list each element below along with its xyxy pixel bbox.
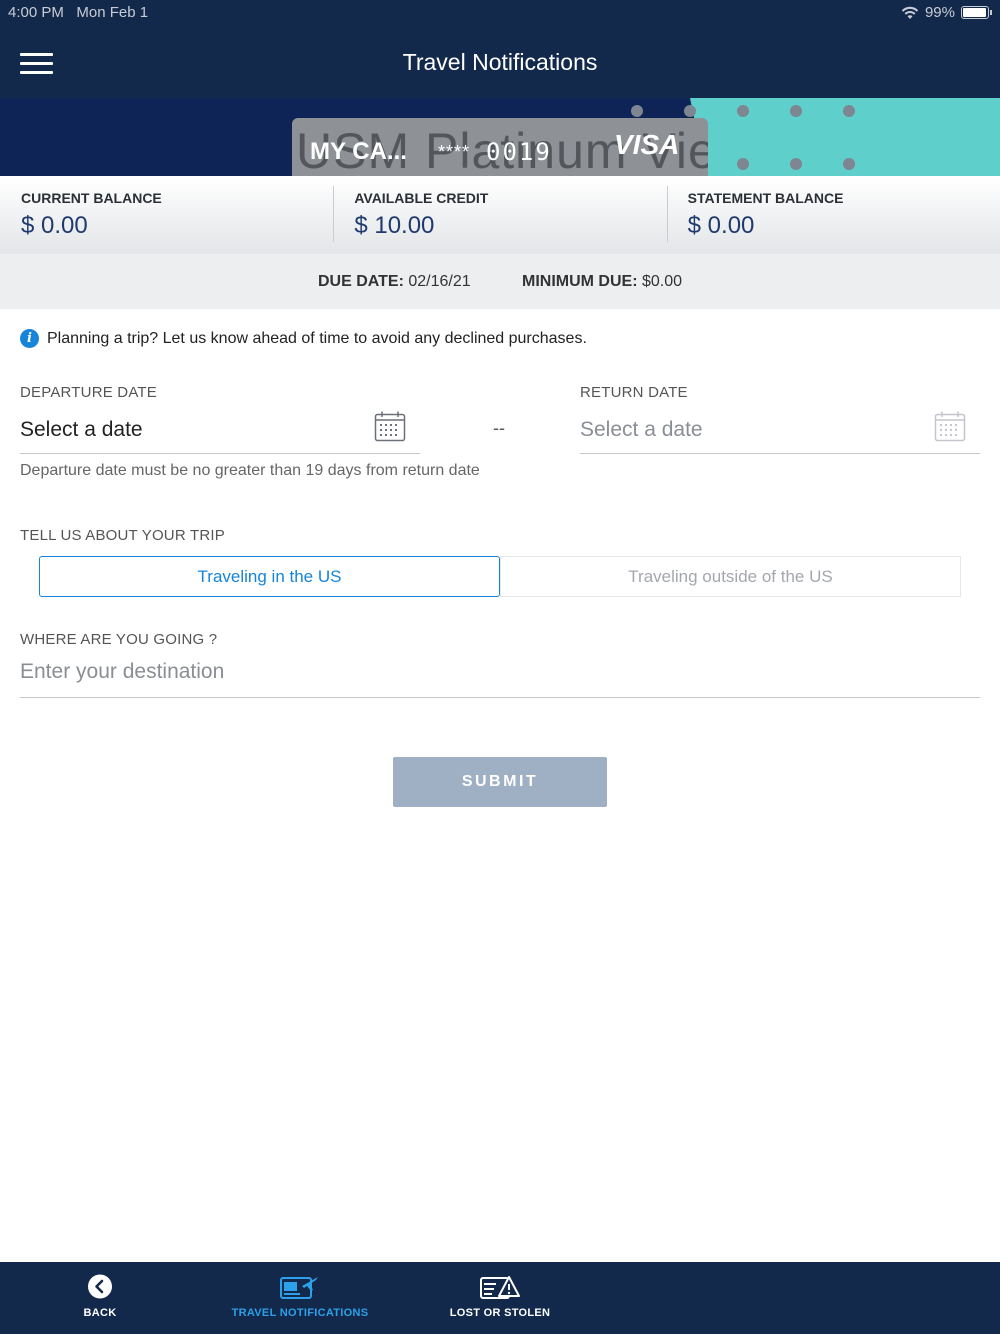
nav-back[interactable]: BACK: [0, 1262, 200, 1334]
banner-dot: [737, 158, 749, 170]
submit-button[interactable]: SUBMIT: [393, 757, 607, 807]
battery-percent: 99%: [924, 4, 955, 21]
calendar-icon[interactable]: [934, 410, 966, 442]
credit-card[interactable]: USM Platinum View MY CA... **** 0019 VIS…: [292, 118, 708, 176]
banner-dot: [790, 158, 802, 170]
status-right: 99%: [901, 4, 992, 21]
card-nickname: MY CA...: [310, 138, 407, 165]
banner-dot: [684, 105, 696, 117]
statement-balance: STATEMENT BALANCE $ 0.00: [666, 176, 1000, 254]
departure-date-field[interactable]: Select a date: [20, 410, 420, 454]
travel-card-plane-icon: [280, 1277, 318, 1299]
wifi-icon: [901, 6, 919, 19]
nav-travel-notifications[interactable]: TRAVEL NOTIFICATIONS: [200, 1262, 400, 1334]
departure-date-value: Select a date: [20, 418, 143, 441]
card-banner: USM Platinum View MY CA... **** 0019 VIS…: [0, 98, 1000, 176]
banner-dot: [843, 105, 855, 117]
current-balance: CURRENT BALANCE $ 0.00: [21, 190, 162, 239]
trip-type-label: TELL US ABOUT YOUR TRIP: [20, 527, 225, 544]
card-warning-icon: [480, 1276, 520, 1299]
nav-lost-or-stolen[interactable]: LOST OR STOLEN: [400, 1262, 600, 1334]
info-text: Planning a trip? Let us know ahead of ti…: [47, 329, 587, 347]
status-time: 4:00 PM Mon Feb 1: [8, 4, 149, 21]
option-traveling-in-us[interactable]: Traveling in the US: [39, 556, 500, 597]
page-title: Travel Notifications: [402, 49, 598, 75]
banner-dot: [631, 105, 643, 117]
due-summary: DUE DATE: 02/16/21 MINIMUM DUE: $0.00: [0, 254, 1000, 309]
departure-date-label: DEPARTURE DATE: [20, 384, 157, 401]
calendar-icon[interactable]: [374, 410, 406, 442]
return-date-value: Select a date: [580, 418, 703, 441]
back-arrow-icon: [88, 1274, 112, 1299]
card-masked-digits: ****: [438, 142, 471, 162]
battery-icon: [961, 6, 989, 19]
destination-field[interactable]: [20, 654, 980, 698]
banner-dot: [790, 105, 802, 117]
return-date-label: RETURN DATE: [580, 384, 688, 401]
date-hint: Departure date must be no greater than 1…: [20, 462, 480, 479]
banner-dot: [843, 158, 855, 170]
top-bar: 4:00 PM Mon Feb 1 99% Travel Notificatio…: [0, 0, 1000, 98]
banner-dot: [737, 105, 749, 117]
bottom-nav: BACK TRAVEL NOTIFICATIONS LOST OR STOLEN: [0, 1262, 1000, 1334]
visa-logo: VISA: [614, 129, 680, 160]
card-last-four: 0019: [486, 138, 552, 166]
date-separator: --: [493, 418, 505, 438]
minimum-due: MINIMUM DUE: $0.00: [522, 273, 683, 290]
status-bar: 4:00 PM Mon Feb 1 99%: [8, 4, 992, 22]
destination-label: WHERE ARE YOU GOING ?: [20, 631, 218, 648]
info-banner: i Planning a trip? Let us know ahead of …: [20, 329, 587, 348]
destination-input[interactable]: [20, 654, 980, 684]
due-date: DUE DATE: 02/16/21: [318, 273, 471, 290]
option-traveling-outside-us[interactable]: Traveling outside of the US: [500, 556, 961, 597]
info-icon: i: [20, 329, 39, 348]
available-credit: AVAILABLE CREDIT $ 10.00: [333, 176, 666, 254]
return-date-field[interactable]: Select a date: [580, 410, 980, 454]
balance-summary: CURRENT BALANCE $ 0.00 AVAILABLE CREDIT …: [0, 176, 1000, 254]
